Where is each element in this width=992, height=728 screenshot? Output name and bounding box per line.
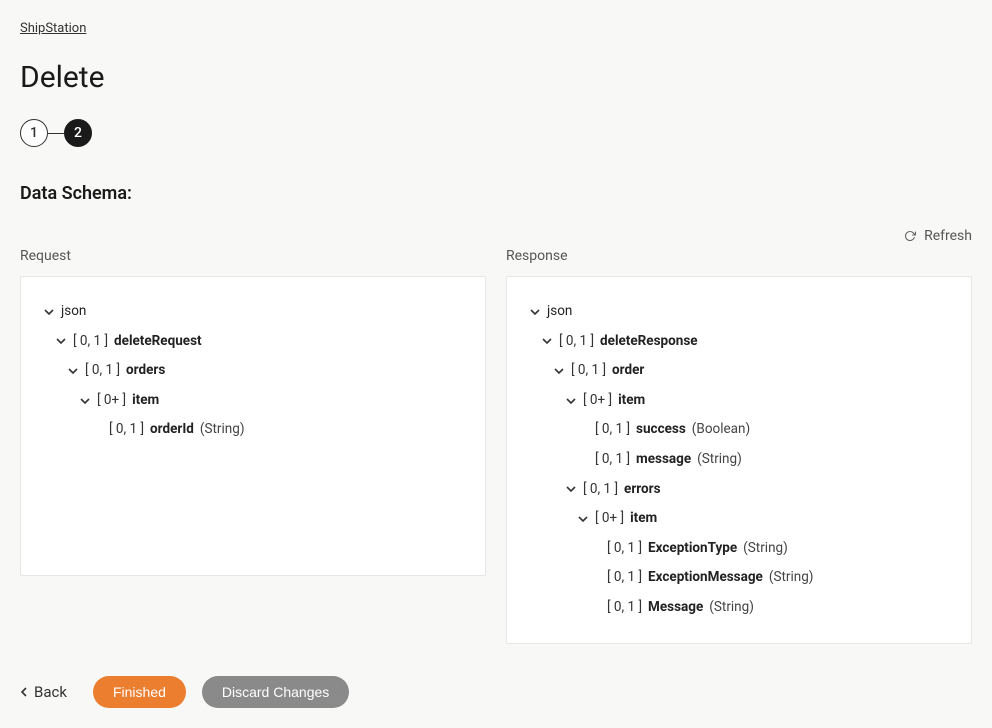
tree-node-order[interactable]: [ 0, 1 ] order (525, 356, 953, 386)
chevron-down-icon (79, 395, 91, 407)
tree-node-exceptiontype[interactable]: [ 0, 1 ] ExceptionType (String) (525, 534, 953, 564)
node-name: orders (126, 360, 165, 382)
breadcrumb[interactable]: ShipStation (20, 21, 86, 36)
node-card: [ 0, 1 ] (595, 419, 630, 441)
stepper: 1 2 (20, 119, 972, 147)
node-name: item (132, 390, 159, 412)
tree-node-json[interactable]: json (39, 297, 467, 327)
node-card: [ 0, 1 ] (607, 567, 642, 589)
step-connector (48, 133, 64, 134)
node-name: order (612, 360, 644, 382)
step-1[interactable]: 1 (20, 119, 48, 147)
finished-button[interactable]: Finished (93, 676, 186, 708)
node-name: Message (648, 597, 703, 619)
chevron-down-icon (565, 395, 577, 407)
step-2[interactable]: 2 (64, 119, 92, 147)
node-type: (String) (709, 597, 754, 619)
node-type: (String) (200, 419, 245, 441)
node-name: orderId (150, 419, 194, 441)
chevron-down-icon (577, 513, 589, 525)
node-card: [ 0, 1 ] (109, 419, 144, 441)
node-card: [ 0+ ] (97, 390, 126, 412)
node-name: deleteRequest (114, 331, 202, 353)
node-card: [ 0, 1 ] (571, 360, 606, 382)
node-card: [ 0, 1 ] (607, 597, 642, 619)
node-card: [ 0, 1 ] (85, 360, 120, 382)
node-card: [ 0, 1 ] (73, 331, 108, 353)
tree-node-json[interactable]: json (525, 297, 953, 327)
node-name: ExceptionType (648, 538, 737, 560)
request-panel: json [ 0, 1 ] deleteRequest [ 0, 1 ] ord… (20, 276, 486, 576)
tree-node-deleteRequest[interactable]: [ 0, 1 ] deleteRequest (39, 327, 467, 357)
node-type: (String) (743, 538, 788, 560)
tree-node-exceptionmessage[interactable]: [ 0, 1 ] ExceptionMessage (String) (525, 563, 953, 593)
tree-node-message[interactable]: [ 0, 1 ] message (String) (525, 445, 953, 475)
response-label: Response (506, 248, 972, 264)
node-type: (Boolean) (692, 419, 750, 441)
node-card: [ 0, 1 ] (583, 479, 618, 501)
node-card: [ 0+ ] (583, 390, 612, 412)
chevron-down-icon (529, 306, 541, 318)
node-name: errors (624, 479, 660, 501)
back-label: Back (34, 683, 67, 701)
node-name: deleteResponse (600, 331, 698, 353)
page-title: Delete (20, 60, 972, 95)
refresh-button[interactable]: Refresh (904, 228, 972, 244)
chevron-down-icon (565, 483, 577, 495)
tree-node-deleteResponse[interactable]: [ 0, 1 ] deleteResponse (525, 327, 953, 357)
discard-changes-button[interactable]: Discard Changes (202, 676, 349, 708)
node-name: item (618, 390, 645, 412)
chevron-down-icon (553, 365, 565, 377)
tree-node-item[interactable]: [ 0+ ] item (525, 504, 953, 534)
chevron-down-icon (43, 306, 55, 318)
node-name: ExceptionMessage (648, 567, 763, 589)
tree-node-item[interactable]: [ 0+ ] item (39, 386, 467, 416)
tree-node-orderId[interactable]: [ 0, 1 ] orderId (String) (39, 415, 467, 445)
node-name: message (636, 449, 691, 471)
chevron-down-icon (541, 335, 553, 347)
chevron-down-icon (55, 335, 67, 347)
response-panel: json [ 0, 1 ] deleteResponse [ 0, 1 ] or… (506, 276, 972, 644)
tree-node-message2[interactable]: [ 0, 1 ] Message (String) (525, 593, 953, 623)
node-card: [ 0, 1 ] (607, 538, 642, 560)
request-label: Request (20, 248, 486, 264)
node-type: (String) (769, 567, 814, 589)
refresh-label: Refresh (924, 228, 972, 244)
node-card: [ 0, 1 ] (595, 449, 630, 471)
schema-heading: Data Schema: (20, 183, 972, 204)
tree-node-orders[interactable]: [ 0, 1 ] orders (39, 356, 467, 386)
tree-node-success[interactable]: [ 0, 1 ] success (Boolean) (525, 415, 953, 445)
refresh-icon (904, 230, 916, 242)
node-name: json (547, 301, 572, 323)
node-card: [ 0, 1 ] (559, 331, 594, 353)
tree-node-item[interactable]: [ 0+ ] item (525, 386, 953, 416)
tree-node-errors[interactable]: [ 0, 1 ] errors (525, 475, 953, 505)
node-type: (String) (697, 449, 742, 471)
node-name: success (636, 419, 686, 441)
node-name: item (630, 508, 657, 530)
chevron-left-icon (20, 683, 28, 701)
node-card: [ 0+ ] (595, 508, 624, 530)
node-name: json (61, 301, 86, 323)
back-button[interactable]: Back (20, 683, 77, 701)
chevron-down-icon (67, 365, 79, 377)
